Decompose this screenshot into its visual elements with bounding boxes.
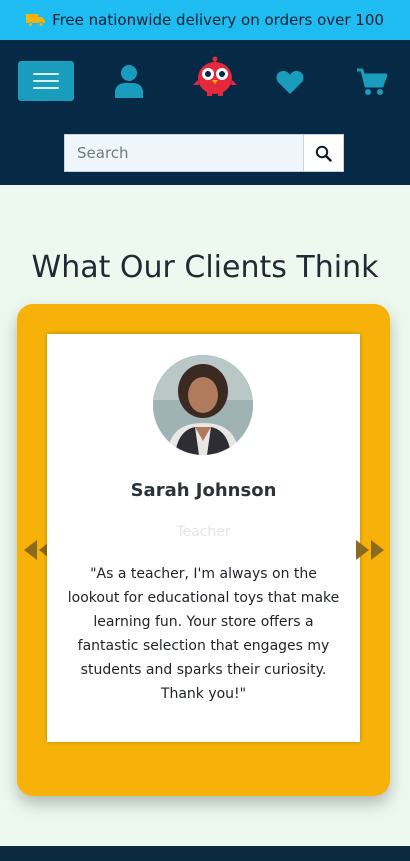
search-bar — [64, 134, 344, 172]
section-title: What Our Clients Think — [31, 250, 379, 285]
double-chevron-right-icon[interactable] — [355, 538, 387, 562]
hamburger-icon — [33, 73, 59, 75]
heart-icon[interactable] — [276, 69, 304, 95]
search-icon — [315, 145, 332, 162]
search-input[interactable] — [64, 134, 303, 172]
promo-text: Free nationwide delivery on orders over … — [52, 11, 384, 29]
owl-logo-icon[interactable] — [193, 55, 237, 97]
client-role: Teacher — [176, 524, 231, 540]
top-navigation — [0, 40, 410, 185]
testimonial-card: Sarah Johnson Teacher "As a teacher, I'm… — [47, 334, 360, 742]
footer-edge — [0, 846, 410, 861]
user-icon[interactable] — [113, 64, 145, 98]
cart-icon[interactable] — [356, 67, 388, 97]
client-avatar — [153, 355, 253, 455]
testimonial-carousel: Sarah Johnson Teacher "As a teacher, I'm… — [17, 304, 390, 796]
client-name: Sarah Johnson — [130, 480, 277, 501]
promo-banner: Free nationwide delivery on orders over … — [0, 0, 410, 40]
search-button[interactable] — [303, 134, 344, 172]
truck-icon — [26, 14, 46, 27]
menu-button[interactable] — [18, 61, 74, 101]
client-quote: "As a teacher, I'm always on the lookout… — [67, 566, 340, 702]
